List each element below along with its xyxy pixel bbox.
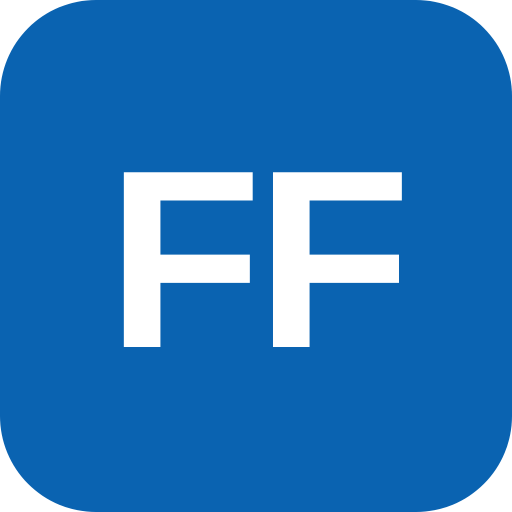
app-icon-monogram: FF	[106, 117, 411, 401]
app-icon: FF	[0, 0, 512, 512]
